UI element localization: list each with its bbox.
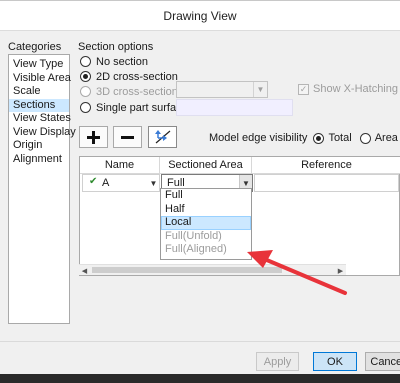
scroll-left-icon[interactable]: ◀ [79,265,90,276]
dropdown-item-full-unfold: Full(Unfold) [165,229,222,242]
table-header: Name Sectioned Area Reference [80,157,400,174]
plus-icon [87,130,100,144]
category-item-sections[interactable]: Sections [9,98,69,112]
remove-section-button[interactable] [113,126,142,148]
single-part-surface-label: Single part surface [96,101,188,114]
single-part-surface-field[interactable] [176,99,293,116]
2d-cross-section-option[interactable]: 2D cross-section [80,69,178,84]
reference-cell[interactable] [254,174,399,192]
category-item-visible-area[interactable]: Visible Area [9,72,71,86]
category-item-scale[interactable]: Scale [9,85,69,99]
add-section-button[interactable] [79,126,108,148]
show-xhatching-label: Show X-Hatching [313,83,398,95]
drawing-view-dialog: Drawing View Categories View Type Visibl… [0,0,400,375]
chevron-down-icon[interactable]: ▼ [148,175,159,191]
model-edge-visibility-label: Model edge visibility [209,132,308,144]
dropdown-item-full-aligned: Full(Aligned) [165,243,227,255]
categories-list[interactable]: View Type Visible Area Scale Sections Vi… [8,54,76,324]
chevron-down-icon: ▼ [253,82,267,97]
3d-cross-section-option: 3D cross-section [80,84,178,99]
minus-icon [121,135,134,139]
cancel-button[interactable]: Cancel [365,352,400,371]
category-item-view-states[interactable]: View States [9,112,71,126]
dropdown-item-half[interactable]: Half [161,203,251,217]
name-value: A [102,177,110,189]
section-options-label: Section options [78,41,154,53]
flip-direction-button[interactable] [148,126,177,148]
column-header-reference[interactable]: Reference [252,157,400,174]
dropdown-item-local[interactable]: Local [161,216,251,230]
ok-button[interactable]: OK [313,352,357,371]
category-item-view-type[interactable]: View Type [9,58,69,72]
3d-cross-section-radio [80,86,91,97]
apply-button: Apply [256,352,299,371]
single-part-surface-option[interactable]: Single part surface [80,100,188,115]
flip-arrow-icon [154,130,170,144]
window-title: Drawing View [163,8,237,23]
dropdown-item-full[interactable]: Full [161,189,251,203]
no-section-radio[interactable] [80,56,91,67]
model-edge-visibility: Model edge visibility Total Area [209,132,398,144]
2d-cross-section-label: 2D cross-section [96,70,178,83]
no-section-option[interactable]: No section [80,54,148,69]
single-part-surface-radio[interactable] [80,102,91,113]
show-xhatching-option: ✓ Show X-Hatching [298,83,398,95]
checkmark-icon: ✔ [89,176,98,187]
show-xhatching-checkbox: ✓ [298,83,309,95]
area-label: Area [374,132,398,144]
total-label: Total [328,132,352,144]
cross-section-combo: ▼ [176,81,268,98]
name-cell[interactable]: ✔ A ▼ [82,174,160,192]
scroll-thumb[interactable] [92,267,282,273]
3d-cross-section-label: 3D cross-section [96,85,178,98]
no-section-label: No section [96,55,148,68]
category-item-alignment[interactable]: Alignment [9,153,69,167]
column-header-name[interactable]: Name [80,157,160,174]
category-item-view-display[interactable]: View Display [9,126,76,140]
sectioned-area-dropdown[interactable]: Full Half Local Full(Unfold) Full(Aligne… [160,188,252,260]
2d-cross-section-radio[interactable] [80,71,91,82]
taskbar-strip [0,374,400,383]
horizontal-scrollbar[interactable]: ◀ ▶ [79,264,346,275]
column-header-sectioned-area[interactable]: Sectioned Area [160,157,252,174]
category-item-origin[interactable]: Origin [9,139,69,153]
area-radio[interactable] [359,132,371,144]
total-radio[interactable] [313,132,325,144]
scroll-right-icon[interactable]: ▶ [335,265,346,276]
categories-label: Categories [8,41,62,53]
title-bar: Drawing View [0,1,400,31]
